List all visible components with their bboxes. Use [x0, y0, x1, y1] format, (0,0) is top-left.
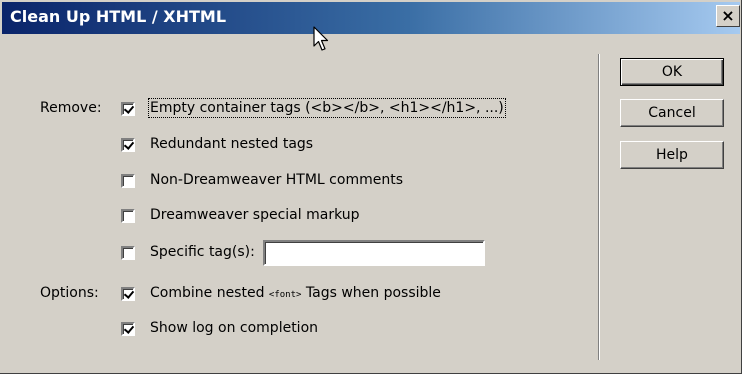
dialog-title: Clean Up HTML / XHTML	[10, 7, 227, 26]
font-tag-code: <font>	[268, 290, 302, 300]
dreamweaver-special-markup-checkbox[interactable]	[121, 209, 135, 223]
non-dreamweaver-comments-label[interactable]: Non-Dreamweaver HTML comments	[150, 172, 403, 188]
redundant-nested-tags-checkbox[interactable]	[121, 138, 135, 152]
mouse-pointer-icon	[313, 26, 329, 51]
dreamweaver-special-markup-label[interactable]: Dreamweaver special markup	[150, 207, 360, 223]
combine-prefix-text: Combine nested	[150, 285, 265, 301]
ok-button[interactable]: OK	[620, 58, 724, 86]
specific-tags-input[interactable]	[263, 240, 485, 266]
cancel-button[interactable]: Cancel	[620, 99, 724, 127]
empty-container-tags-checkbox[interactable]	[121, 102, 135, 116]
non-dreamweaver-comments-checkbox[interactable]	[121, 174, 135, 188]
remove-label: Remove:	[40, 100, 102, 116]
title-bar[interactable]: Clean Up HTML / XHTML ×	[2, 2, 740, 34]
vertical-divider	[598, 54, 600, 360]
combine-suffix-text: Tags when possible	[305, 285, 441, 301]
specific-tags-label[interactable]: Specific tag(s):	[150, 244, 255, 260]
combine-font-tags-checkbox[interactable]	[121, 287, 135, 301]
clean-up-html-dialog: Clean Up HTML / XHTML × Remove: Empty co…	[0, 0, 742, 374]
options-label: Options:	[40, 285, 99, 301]
close-icon: ×	[721, 6, 735, 25]
close-button[interactable]: ×	[716, 5, 740, 27]
show-log-label[interactable]: Show log on completion	[150, 320, 318, 336]
empty-container-tags-label[interactable]: Empty container tags (<b></b>, <h1></h1>…	[148, 98, 506, 118]
show-log-checkbox[interactable]	[121, 322, 135, 336]
help-button[interactable]: Help	[620, 141, 724, 169]
redundant-nested-tags-label[interactable]: Redundant nested tags	[150, 136, 313, 152]
combine-font-tags-label[interactable]: Combine nested <font> Tags when possible	[150, 285, 441, 301]
specific-tags-checkbox[interactable]	[121, 246, 135, 260]
